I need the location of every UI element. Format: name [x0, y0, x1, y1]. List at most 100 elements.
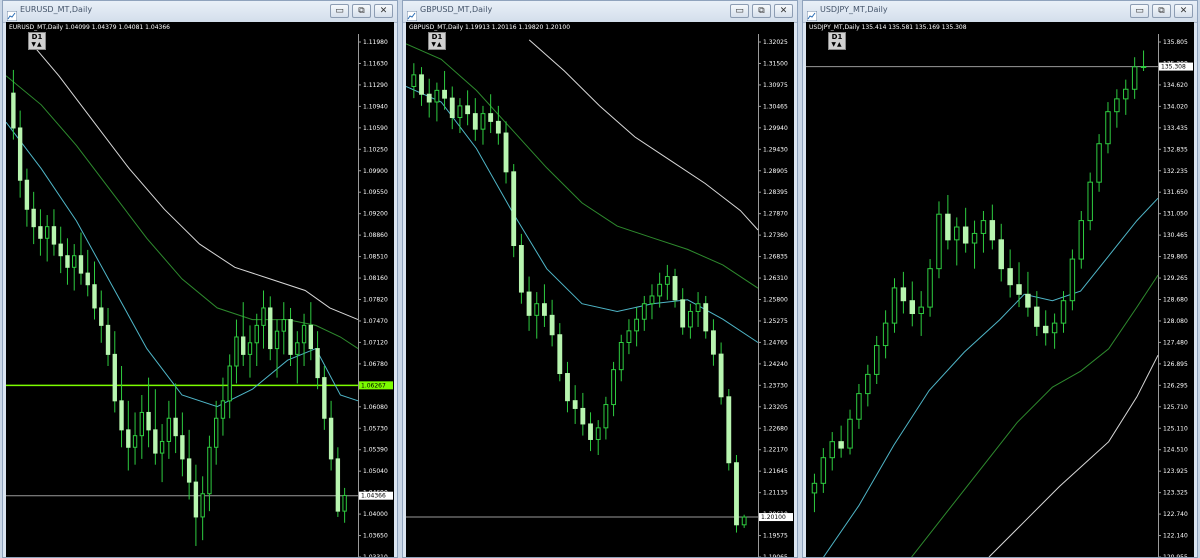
usdjpy-minimize-button[interactable]: ▭ [1130, 4, 1149, 18]
usdjpy-window-title: USDJPY_MT,Daily [820, 5, 888, 14]
timeframe-switcher[interactable]: D1 ▼▲ [28, 32, 46, 50]
candlestick [139, 395, 145, 459]
candlestick [954, 217, 960, 266]
eurusd-ohlc-info: EURUSD_MT,Daily 1.04099 1.04379 1.04081 … [9, 24, 170, 31]
candle-body [186, 458, 192, 483]
moving-average-line-3 [33, 46, 359, 321]
candlestick [173, 383, 178, 454]
candle-body [1051, 322, 1058, 334]
candle-body [274, 330, 280, 350]
candle-body [595, 427, 601, 440]
candlestick [927, 259, 933, 317]
candle-body [649, 295, 655, 305]
candlestick [1131, 57, 1138, 99]
eurusd-chart-window[interactable]: EURUSD_MT,Daily ▭ ⧉ ✕ 1.11980 1.11630 1.11290 1… [2, 0, 398, 558]
candlestick [891, 278, 898, 333]
eurusd-close-button[interactable]: ✕ [374, 4, 393, 18]
price-scale-label: 1.11290 [363, 82, 388, 89]
candle-body [664, 276, 670, 285]
price-scale-label: 1.27870 [763, 211, 788, 218]
candle-body [572, 400, 578, 409]
candle-body [44, 226, 50, 239]
timeframe-switcher[interactable]: D1 ▼▲ [428, 32, 446, 50]
candle-body [641, 303, 647, 320]
price-scale-label: 1.19575 [763, 533, 788, 540]
candlestick [247, 325, 253, 378]
gbpusd-restore-button[interactable]: ⧉ [752, 4, 771, 18]
price-scale-label: 1.23205 [763, 404, 788, 411]
candle-body [1105, 111, 1111, 145]
usdjpy-restore-button[interactable]: ⧉ [1152, 4, 1171, 18]
candle-body [603, 404, 609, 429]
price-scale-label: 1.23730 [763, 382, 788, 389]
candlestick [472, 98, 478, 141]
gbpusd-chart-area[interactable]: 1.32025 1.31500 1.30975 1.30465 1.29940 1.294… [406, 22, 794, 557]
price-scale-label: 131.050 [1163, 211, 1188, 218]
gbpusd-title-bar[interactable]: GBPUSD_MT,Daily ▭ ⧉ ✕ [403, 1, 797, 23]
usdjpy-ohlc-info: USDJPY_MT,Daily 135.414 135.581 135.169 … [809, 24, 967, 31]
usdjpy-price-chart[interactable]: 135.805 135.308 134.620 134.020 133.435 132.8… [806, 22, 1194, 557]
price-scale-label: 125.710 [1163, 404, 1188, 411]
price-scale-label: 1.09900 [363, 168, 388, 175]
candle-body [718, 353, 724, 398]
price-scale-label: 1.09550 [363, 189, 388, 196]
bid-price-tag: 1.04366 [361, 493, 386, 500]
candle-body [711, 330, 716, 355]
candle-body [268, 307, 273, 350]
candlestick [220, 377, 226, 436]
candle-body [442, 89, 447, 99]
timeframe-arrows-icon[interactable]: ▼▲ [29, 41, 45, 49]
timeframe-arrows-icon[interactable]: ▼▲ [829, 41, 845, 49]
candlestick [603, 396, 609, 440]
gbpusd-minimize-button[interactable]: ▭ [730, 4, 749, 18]
candle-body [741, 516, 747, 526]
usdjpy-chart-window[interactable]: USDJPY_MT,Daily ▭⧉✕ 135.805135.308134.6201… [802, 0, 1198, 558]
candle-body [1069, 258, 1076, 302]
eurusd-price-chart[interactable]: 1.11980 1.11630 1.11290 1.10940 1.10590 1.102… [6, 22, 394, 557]
candle-body [918, 306, 924, 315]
candle-body [954, 226, 960, 241]
price-scale-label: 126.895 [1163, 361, 1188, 368]
candlestick [261, 290, 266, 349]
price-scale-label: 1.30975 [763, 82, 788, 89]
moving-average-line-1 [823, 197, 1159, 557]
price-scale-label: 1.08860 [363, 232, 388, 239]
price-scale-label: 132.235 [1163, 168, 1188, 175]
eurusd-title-bar[interactable]: EURUSD_MT,Daily ▭ ⧉ ✕ [3, 1, 397, 23]
price-scale-label: 129.865 [1163, 254, 1188, 261]
usdjpy-close-button[interactable]: ✕ [1174, 4, 1193, 18]
candlestick [207, 435, 212, 512]
candle-body [38, 226, 43, 239]
candlestick [695, 292, 701, 327]
eurusd-chart-area[interactable]: 1.11980 1.11630 1.11290 1.10940 1.10590 1.102… [6, 22, 394, 557]
candle-body [193, 481, 199, 518]
price-scale-label: 1.30465 [763, 103, 788, 110]
price-scale-label: 1.28395 [763, 189, 788, 196]
timeframe-switcher[interactable]: D1 ▼▲ [828, 32, 846, 50]
eurusd-minimize-button[interactable]: ▭ [330, 4, 349, 18]
price-scale-label: 1.22170 [763, 447, 788, 454]
candle-body [261, 307, 266, 326]
candlestick [434, 82, 440, 122]
candlestick [595, 420, 601, 455]
candlestick [301, 313, 307, 367]
usdjpy-chart-area[interactable]: 135.805 135.308 134.620 134.020 133.435 132.8… [806, 22, 1194, 557]
candlestick [726, 389, 732, 471]
usdjpy-title-bar[interactable]: USDJPY_MT,Daily ▭ ⧉ ✕ [803, 1, 1197, 23]
candlestick [1078, 211, 1085, 269]
gbpusd-close-button[interactable]: ✕ [774, 4, 793, 18]
gbpusd-price-chart[interactable]: 1.32025 1.31500 1.30975 1.30465 1.29940 1.294… [406, 22, 794, 557]
timeframe-arrows-icon[interactable]: ▼▲ [429, 41, 445, 49]
candlestick [918, 291, 924, 336]
candle-body [936, 213, 942, 270]
candle-body [971, 232, 978, 244]
candle-body [1060, 300, 1067, 324]
candle-body [146, 411, 151, 431]
candle-body [962, 226, 969, 244]
price-scale-label: 129.265 [1163, 275, 1188, 282]
candle-body [927, 268, 933, 308]
gbpusd-chart-window[interactable]: GBPUSD_MT,Daily ▭ ⧉ ✕ 1.32025 1.31500 1.30975 1… [402, 0, 798, 558]
candlestick [112, 331, 117, 413]
candle-body [1078, 220, 1085, 260]
eurusd-restore-button[interactable]: ⧉ [352, 4, 371, 18]
